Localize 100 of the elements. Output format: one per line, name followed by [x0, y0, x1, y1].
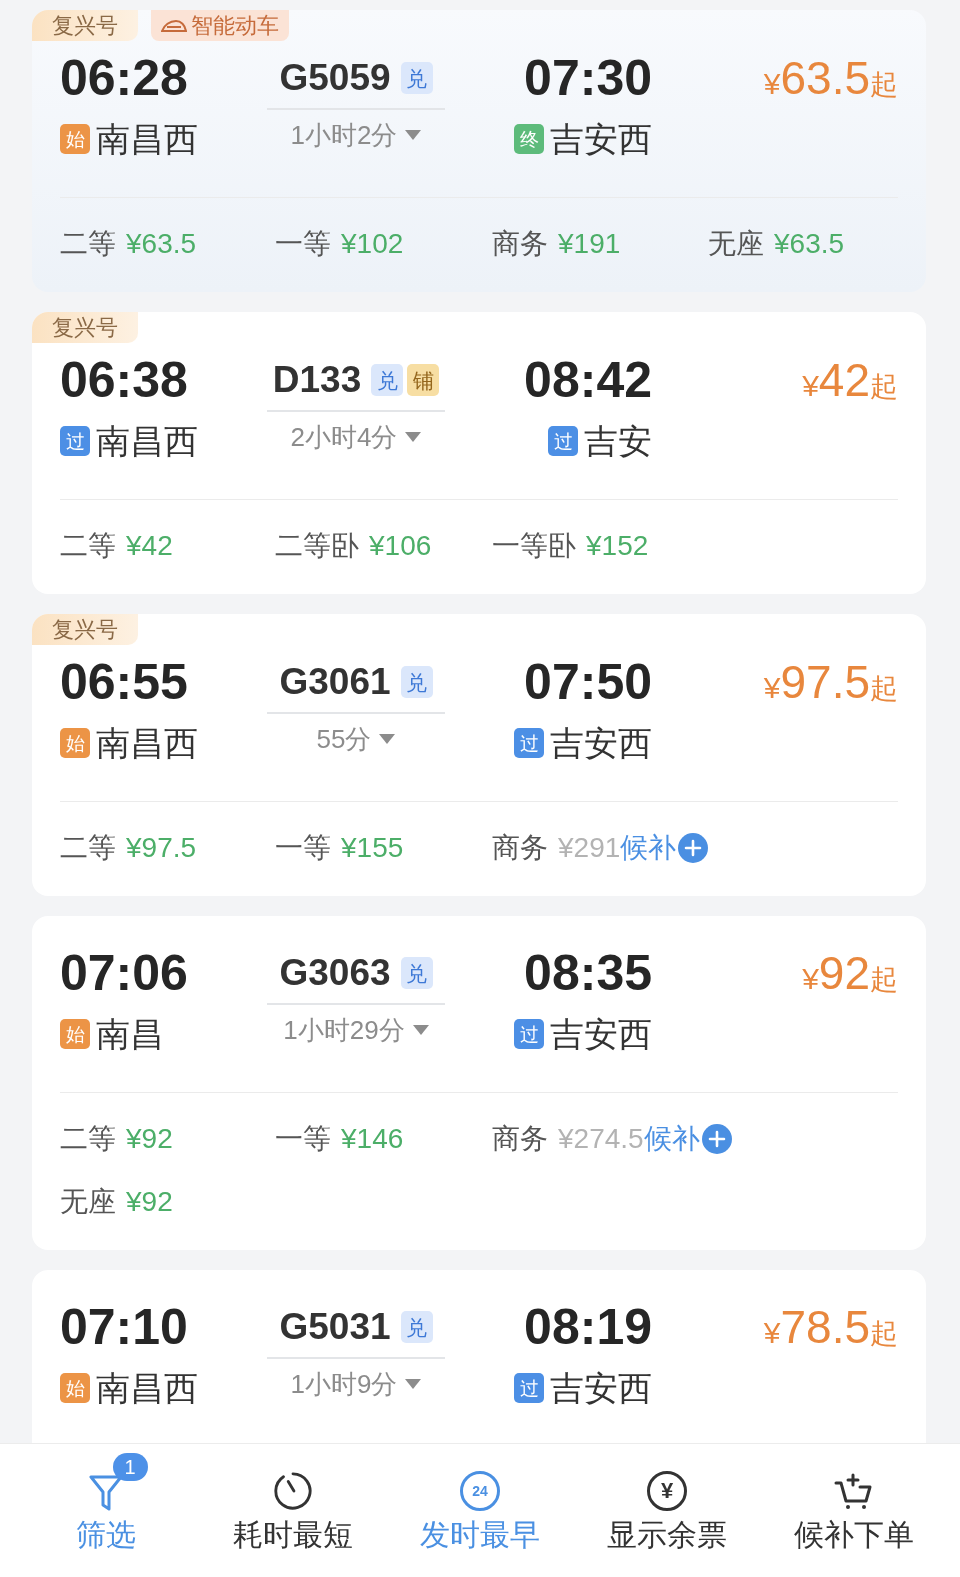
arrival-time: 08:19: [524, 1302, 652, 1352]
price-label: ¥42起: [802, 355, 898, 405]
seat-class: 商务: [492, 831, 548, 865]
seat-price: ¥146: [341, 1122, 404, 1156]
via-badge: 过: [514, 728, 544, 758]
train-number: G3063: [279, 951, 391, 995]
seat-price: ¥191: [558, 227, 621, 261]
arrival-time: 08:42: [524, 355, 652, 405]
price-label: ¥78.5起: [763, 1302, 898, 1352]
station-name: 吉安西: [550, 1368, 652, 1408]
seat-price: ¥92: [126, 1122, 173, 1156]
arrival-time: 07:30: [524, 53, 652, 103]
seat-price: ¥152: [586, 529, 649, 563]
seat-price: ¥92: [126, 1185, 173, 1219]
timer-icon: [272, 1471, 313, 1511]
seat-price: ¥42: [126, 529, 173, 563]
seat-class: 无座: [708, 227, 764, 261]
train-type-tag: 复兴号: [32, 614, 138, 645]
caret-icon: [412, 1025, 429, 1035]
origin-badge: 始: [60, 124, 90, 154]
seat-class: 二等: [60, 227, 116, 261]
origin-badge: 始: [60, 728, 90, 758]
train-badge: 兑: [400, 1311, 433, 1343]
duration-toggle[interactable]: 1小时2分: [290, 118, 422, 152]
via-badge: 过: [514, 1019, 544, 1049]
origin-badge: 始: [60, 1019, 90, 1049]
arrival-time: 07:50: [524, 657, 652, 707]
price-label: ¥97.5起: [763, 657, 898, 707]
duration-toggle[interactable]: 2小时4分: [290, 420, 422, 454]
remaining-tickets-button[interactable]: ¥ 显示余票: [573, 1444, 761, 1577]
duration-toggle[interactable]: 1小时29分: [283, 1013, 429, 1047]
caret-icon: [379, 734, 396, 744]
seat-price: ¥102: [341, 227, 404, 261]
seat-class: 二等: [60, 529, 116, 563]
waitlist-link[interactable]: 候补: [620, 828, 677, 868]
departure-time: 06:38: [60, 355, 188, 405]
train-badge: 铺: [407, 364, 440, 396]
seat-class: 二等卧: [275, 529, 359, 563]
terminus-badge: 终: [514, 124, 544, 154]
station-name: 吉安西: [550, 119, 652, 159]
station-name: 南昌西: [96, 1368, 198, 1408]
station-name: 吉安西: [550, 723, 652, 763]
train-card[interactable]: 07:10 始 南昌西 G5031 兑 1小时9分 08:19 过 吉安西 ¥78.5起: [32, 1270, 926, 1443]
waitlist-link[interactable]: 候补: [643, 1119, 700, 1159]
seat-price: ¥291: [558, 831, 621, 865]
departure-time: 07:10: [60, 1302, 188, 1352]
train-badge: 兑: [371, 364, 404, 396]
train-badge: 兑: [400, 666, 433, 698]
seat-price: ¥274.5: [558, 1122, 644, 1156]
train-number: G3061: [279, 660, 391, 704]
seat-class: 一等: [275, 831, 331, 865]
train-type-tag: 复兴号: [32, 312, 138, 343]
smart-train-tag: 智能动车: [151, 10, 289, 41]
seat-price: ¥63.5: [774, 227, 845, 261]
via-badge: 过: [548, 426, 578, 456]
station-name: 南昌西: [96, 723, 198, 763]
train-card[interactable]: 复兴号 智能动车 06:28 始 南昌西 G5059 兑 1小时2分 07:30 终 吉安西 ¥63.5起 二等 ¥63.5 一等 ¥102 商务 ¥191 无座 ¥63.5: [32, 10, 926, 292]
station-name: 吉安西: [550, 1014, 652, 1054]
station-name: 吉安: [584, 421, 652, 461]
filter-button[interactable]: 1 筛选: [12, 1444, 200, 1577]
train-icon: [161, 18, 187, 33]
arrival-time: 08:35: [524, 948, 652, 998]
station-name: 南昌西: [96, 119, 198, 159]
caret-icon: [405, 1379, 422, 1389]
seat-class: 商务: [492, 227, 548, 261]
train-card[interactable]: 07:06 始 南昌 G3063 兑 1小时29分 08:35 过 吉安西 ¥92起 二等 ¥92 一等 ¥146 商务 ¥274.5候补 无座 ¥92: [32, 916, 926, 1250]
seat-class: 一等: [275, 1122, 331, 1156]
duration-toggle[interactable]: 55分: [316, 722, 396, 756]
train-card[interactable]: 复兴号 06:38 过 南昌西 D133 兑 铺 2小时4分 08:42 过 吉安 ¥42起 二等 ¥42 二等卧 ¥106 一等卧 ¥152: [32, 312, 926, 594]
plus-circle-icon[interactable]: [678, 833, 709, 863]
station-name: 南昌: [96, 1014, 164, 1054]
earliest-departure-button[interactable]: 24 发时最早: [386, 1444, 574, 1577]
departure-time: 06:55: [60, 657, 188, 707]
seat-price: ¥97.5: [126, 831, 197, 865]
train-badge: 兑: [400, 957, 433, 989]
seat-class: 商务: [492, 1122, 548, 1156]
price-label: ¥92起: [802, 948, 898, 998]
shortest-time-button[interactable]: 耗时最短: [199, 1444, 387, 1577]
waitlist-order-button[interactable]: 候补下单: [760, 1444, 948, 1577]
station-name: 南昌西: [96, 421, 198, 461]
departure-time: 07:06: [60, 948, 188, 998]
departure-time: 06:28: [60, 53, 188, 103]
train-card[interactable]: 复兴号 06:55 始 南昌西 G3061 兑 55分 07:50 过 吉安西 ¥97.5起 二等 ¥97.5 一等 ¥155 商务 ¥291候补: [32, 614, 926, 896]
via-badge: 过: [514, 1373, 544, 1403]
train-number: G5059: [279, 56, 391, 100]
train-badge: 兑: [400, 62, 433, 94]
seat-class: 一等: [275, 227, 331, 261]
duration-toggle[interactable]: 1小时9分: [290, 1367, 422, 1401]
train-number: D133: [272, 358, 362, 402]
seat-class: 一等卧: [492, 529, 576, 563]
seat-class: 二等: [60, 831, 116, 865]
seat-class: 无座: [60, 1185, 116, 1219]
seat-price: ¥106: [369, 529, 432, 563]
caret-icon: [405, 130, 422, 140]
via-badge: 过: [60, 426, 90, 456]
seat-price: ¥63.5: [126, 227, 197, 261]
origin-badge: 始: [60, 1373, 90, 1403]
clock-24-icon: 24: [460, 1471, 500, 1511]
count-badge: 1: [112, 1453, 148, 1481]
plus-circle-icon[interactable]: [701, 1124, 732, 1154]
